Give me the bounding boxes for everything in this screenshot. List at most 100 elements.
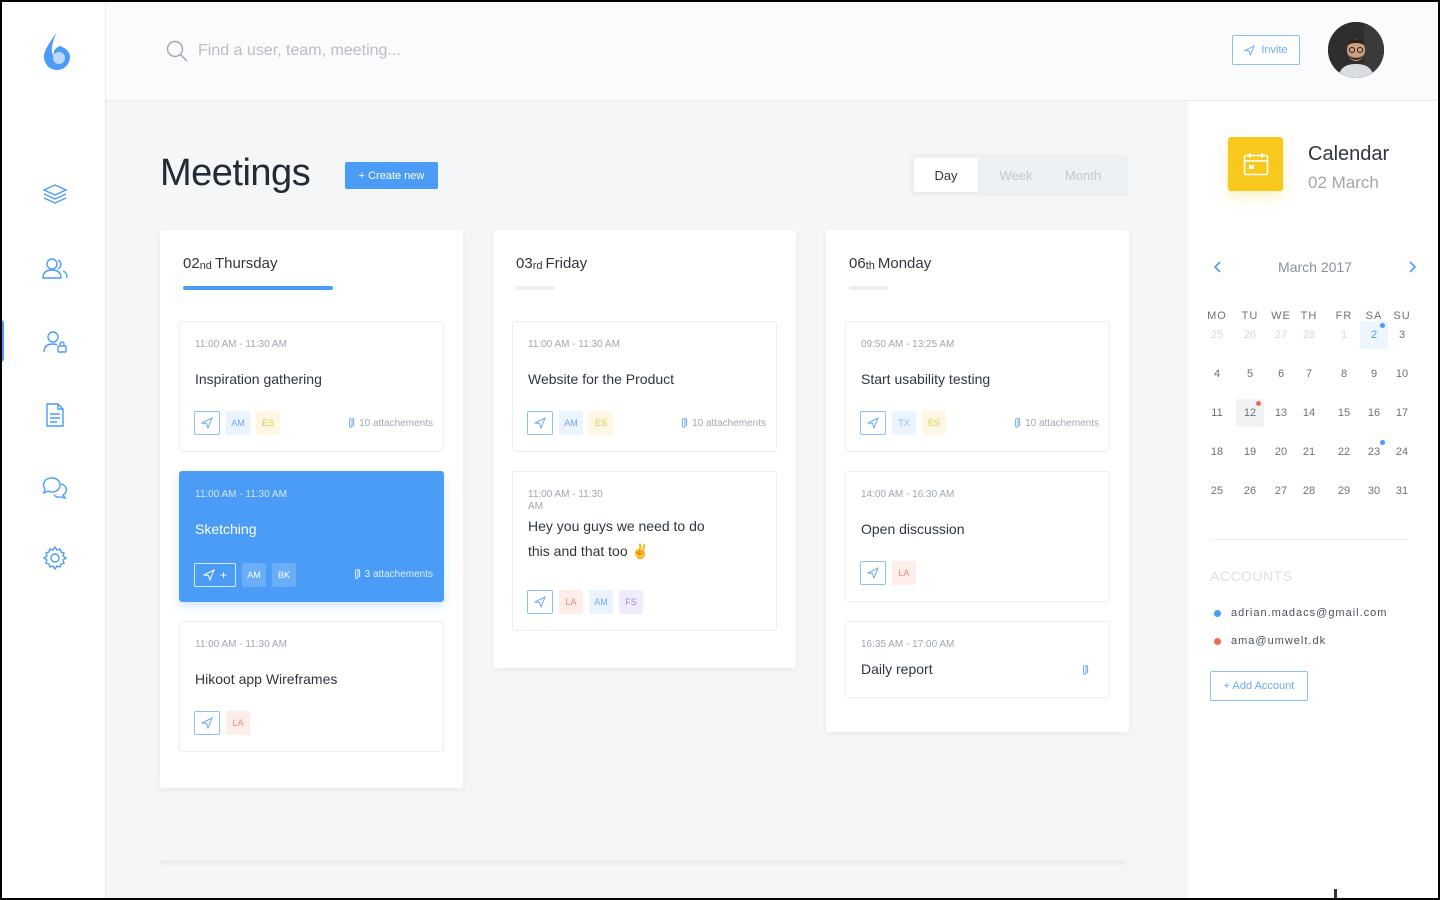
send-button[interactable] [527, 411, 553, 435]
calendar-day[interactable]: 30 [1360, 477, 1388, 505]
calendar-day[interactable]: 13 [1267, 399, 1295, 427]
meeting-card[interactable]: 11:00 AM - 11:30 AM Hey you guys we need… [512, 471, 777, 631]
participant-chip[interactable]: LA [559, 590, 583, 614]
participant-chip[interactable]: LA [226, 711, 250, 735]
search-input[interactable] [198, 36, 698, 66]
settings-icon[interactable] [40, 543, 70, 573]
user-avatar[interactable] [1328, 22, 1384, 78]
calendar-day[interactable]: 24 [1388, 438, 1416, 466]
account-item[interactable]: ama@umwelt.dk [1214, 635, 1326, 647]
calendar-day[interactable]: 14 [1295, 399, 1323, 427]
calendar-day-number: 30 [1367, 485, 1381, 497]
calendar-badge [1228, 137, 1283, 191]
calendar-day[interactable]: 26 [1236, 477, 1264, 505]
send-button[interactable] [527, 590, 553, 614]
calendar-day[interactable]: 27 [1267, 321, 1295, 349]
calendar-day[interactable]: 27 [1267, 477, 1295, 505]
top-bar: Invite [106, 0, 1440, 101]
calendar-day[interactable]: 6 [1267, 360, 1295, 388]
participant-chip[interactable]: LA [892, 561, 916, 585]
calendar-day[interactable]: 12 [1236, 399, 1264, 427]
send-button[interactable] [194, 411, 220, 435]
calendar-day[interactable]: 5 [1236, 360, 1264, 388]
participant-chip[interactable]: AM [559, 411, 583, 435]
calendar-day[interactable]: 16 [1360, 399, 1388, 427]
calendar-day[interactable]: 31 [1388, 477, 1416, 505]
meeting-card[interactable]: 09:50 AM - 13:25 AM Start usability test… [845, 321, 1110, 452]
calendar-day[interactable]: 19 [1236, 438, 1264, 466]
participant-chip[interactable]: BK [272, 563, 296, 587]
attachments-link[interactable]: 10 attachements [1015, 418, 1099, 429]
send-button[interactable] [860, 411, 886, 435]
participant-chip[interactable]: TX [892, 411, 916, 435]
layers-icon[interactable] [40, 179, 70, 209]
calendar-day[interactable]: 25 [1203, 477, 1231, 505]
document-icon[interactable] [40, 400, 70, 430]
prev-month-button[interactable] [1210, 260, 1224, 274]
meeting-title: Hey you guys we need to do this and that… [528, 518, 705, 559]
account-color-dot [1214, 637, 1221, 645]
chat-icon[interactable] [40, 473, 70, 503]
calendar-day[interactable]: 25 [1203, 321, 1231, 349]
calendar-day[interactable]: 4 [1203, 360, 1231, 388]
participant-chip[interactable]: AM [589, 590, 613, 614]
send-icon [534, 417, 546, 429]
attachments-link[interactable]: 3 attachements [354, 569, 433, 580]
horizontal-scrollbar[interactable] [160, 860, 1126, 865]
participant-chip[interactable]: AM [226, 411, 250, 435]
view-option-week[interactable]: Week [978, 158, 1054, 192]
view-option-month[interactable]: Month [1054, 158, 1112, 192]
calendar-day[interactable]: 18 [1203, 438, 1231, 466]
calendar-day[interactable]: 8 [1330, 360, 1358, 388]
meeting-title: Start usability testing [861, 371, 991, 387]
attachments-link[interactable]: 10 attachements [349, 418, 433, 429]
calendar-day[interactable]: 28 [1295, 477, 1323, 505]
calendar-day[interactable]: 3 [1388, 321, 1416, 349]
meeting-card[interactable]: 11:00 AM - 11:30 AM Hikoot app Wireframe… [179, 621, 444, 752]
send-button[interactable]: + [194, 563, 236, 587]
calendar-day[interactable]: 2 [1360, 321, 1388, 349]
next-month-button[interactable] [1406, 260, 1420, 274]
calendar-day[interactable]: 17 [1388, 399, 1416, 427]
send-button[interactable] [194, 711, 220, 735]
invite-button[interactable]: Invite [1232, 35, 1300, 65]
attachments-link[interactable]: 10 attachements [682, 418, 766, 429]
account-item[interactable]: adrian.madacs@gmail.com [1214, 607, 1387, 619]
send-button[interactable] [860, 561, 886, 585]
calendar-day[interactable]: 15 [1330, 399, 1358, 427]
participant-chip[interactable]: AM [242, 563, 266, 587]
calendar-day[interactable]: 11 [1203, 399, 1231, 427]
users-icon[interactable] [40, 253, 70, 283]
participant-chip[interactable]: ES [922, 411, 946, 435]
calendar-day[interactable]: 26 [1236, 321, 1264, 349]
calendar-day[interactable]: 1 [1330, 321, 1358, 349]
app-logo[interactable] [40, 28, 74, 72]
calendar-day-number: 28 [1302, 485, 1316, 497]
calendar-day[interactable]: 23 [1360, 438, 1388, 466]
event-dot [1380, 323, 1385, 328]
meeting-card[interactable]: 11:00 AM - 11:30 AM Inspiration gatherin… [179, 321, 444, 452]
send-icon [534, 596, 546, 608]
view-option-day[interactable]: Day [914, 158, 978, 192]
calendar-day[interactable]: 7 [1295, 360, 1323, 388]
calendar-day[interactable]: 10 [1388, 360, 1416, 388]
chevron-left-icon [1213, 261, 1221, 273]
meeting-card[interactable]: 16:35 AM - 17:00 AM Daily report [845, 621, 1110, 698]
create-new-button[interactable]: + Create new [345, 162, 438, 189]
calendar-day[interactable]: 29 [1330, 477, 1358, 505]
calendar-day[interactable]: 20 [1267, 438, 1295, 466]
calendar-day[interactable]: 22 [1330, 438, 1358, 466]
meeting-card-selected[interactable]: 11:00 AM - 11:30 AM Sketching + AM BK 3 … [179, 471, 444, 602]
add-account-button[interactable]: + Add Account [1210, 671, 1308, 701]
calendar-day[interactable]: 28 [1295, 321, 1323, 349]
calendar-day[interactable]: 9 [1360, 360, 1388, 388]
user-lock-icon[interactable] [40, 327, 70, 357]
meeting-card[interactable]: 14:00 AM - 16:30 AM Open discussion LA [845, 471, 1110, 602]
participant-chip[interactable]: ES [589, 411, 613, 435]
attachments-link[interactable] [1083, 665, 1089, 676]
calendar-day-number: 19 [1243, 446, 1257, 458]
calendar-day[interactable]: 21 [1295, 438, 1323, 466]
participant-chip[interactable]: FS [619, 590, 643, 614]
participant-chip[interactable]: ES [256, 411, 280, 435]
meeting-card[interactable]: 11:00 AM - 11:30 AM Website for the Prod… [512, 321, 777, 452]
